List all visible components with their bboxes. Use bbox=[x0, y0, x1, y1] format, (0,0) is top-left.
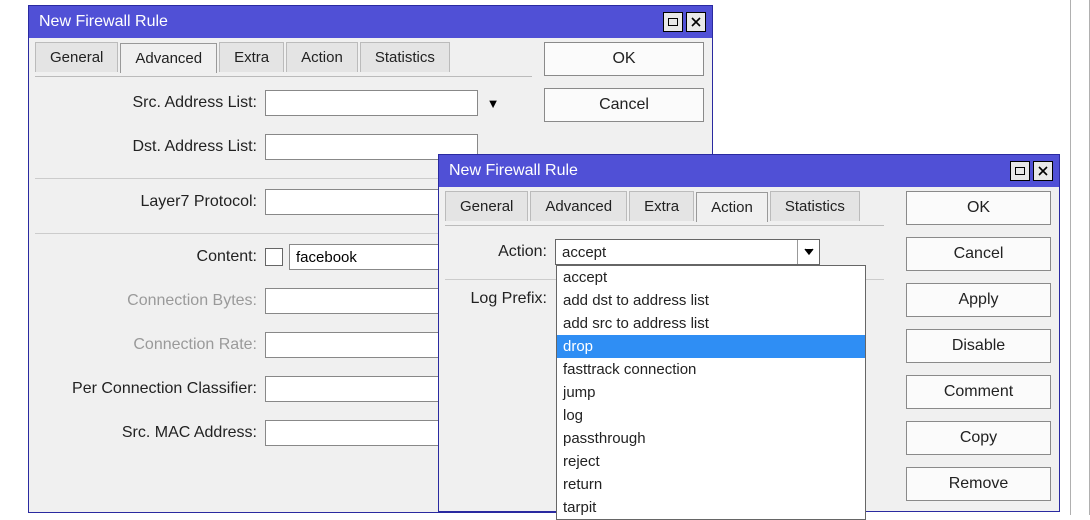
comment-button[interactable]: Comment bbox=[906, 375, 1051, 409]
action-combobox-value: accept bbox=[556, 244, 797, 261]
tab-extra[interactable]: Extra bbox=[629, 191, 694, 221]
tab-general[interactable]: General bbox=[445, 191, 528, 221]
tab-statistics[interactable]: Statistics bbox=[360, 42, 450, 72]
action-option[interactable]: add dst to address list bbox=[557, 289, 865, 312]
titlebar[interactable]: New Firewall Rule bbox=[29, 6, 712, 38]
dialog-firewall-rule-action: New Firewall Rule General Advanced Extra… bbox=[438, 154, 1060, 512]
label-src-address-list: Src. Address List: bbox=[35, 94, 265, 112]
copy-button[interactable]: Copy bbox=[906, 421, 1051, 455]
action-option[interactable]: tarpit bbox=[557, 496, 865, 519]
action-combobox[interactable]: accept acceptadd dst to address listadd … bbox=[555, 239, 820, 265]
minimize-to-tray-icon[interactable] bbox=[663, 12, 683, 32]
label-log-prefix: Log Prefix: bbox=[445, 290, 555, 308]
action-option[interactable]: reject bbox=[557, 450, 865, 473]
cancel-button[interactable]: Cancel bbox=[906, 237, 1051, 271]
label-layer7-protocol: Layer7 Protocol: bbox=[35, 193, 265, 211]
action-option[interactable]: jump bbox=[557, 381, 865, 404]
close-icon[interactable] bbox=[686, 12, 706, 32]
window-title: New Firewall Rule bbox=[39, 13, 660, 31]
row-src-address-list: Src. Address List: ▼ bbox=[35, 90, 532, 116]
window-title: New Firewall Rule bbox=[449, 162, 1007, 180]
minimize-to-tray-icon[interactable] bbox=[1010, 161, 1030, 181]
label-connection-rate: Connection Rate: bbox=[35, 336, 265, 354]
label-connection-bytes: Connection Bytes: bbox=[35, 292, 265, 310]
src-address-list-input[interactable] bbox=[265, 90, 478, 116]
action-option[interactable]: passthrough bbox=[557, 427, 865, 450]
dialog-button-column: OK Cancel Apply Disable Comment Copy Rem… bbox=[906, 191, 1051, 501]
row-action: Action: accept acceptadd dst to address … bbox=[445, 239, 884, 265]
action-option[interactable]: accept bbox=[557, 266, 865, 289]
titlebar[interactable]: New Firewall Rule bbox=[439, 155, 1059, 187]
action-option[interactable]: drop bbox=[557, 335, 865, 358]
tab-action[interactable]: Action bbox=[286, 42, 358, 72]
ok-button[interactable]: OK bbox=[544, 42, 704, 76]
tab-general[interactable]: General bbox=[35, 42, 118, 72]
action-option[interactable]: add src to address list bbox=[557, 312, 865, 335]
tab-advanced[interactable]: Advanced bbox=[120, 43, 217, 73]
label-src-mac-address: Src. MAC Address: bbox=[35, 424, 265, 442]
tab-advanced[interactable]: Advanced bbox=[530, 191, 627, 221]
close-icon[interactable] bbox=[1033, 161, 1053, 181]
content-invert-checkbox[interactable] bbox=[265, 248, 283, 266]
form-area: Action: accept acceptadd dst to address … bbox=[445, 231, 884, 505]
action-option[interactable]: log bbox=[557, 404, 865, 427]
chevron-down-icon[interactable] bbox=[797, 240, 819, 264]
dialog-button-column: OK Cancel bbox=[544, 42, 704, 122]
label-dst-address-list: Dst. Address List: bbox=[35, 138, 265, 156]
action-dropdown-list[interactable]: acceptadd dst to address listadd src to … bbox=[556, 265, 866, 520]
disable-button[interactable]: Disable bbox=[906, 329, 1051, 363]
action-option[interactable]: return bbox=[557, 473, 865, 496]
tab-extra[interactable]: Extra bbox=[219, 42, 284, 72]
cancel-button[interactable]: Cancel bbox=[544, 88, 704, 122]
ok-button[interactable]: OK bbox=[906, 191, 1051, 225]
label-per-connection-classifier: Per Connection Classifier: bbox=[35, 380, 265, 398]
action-option[interactable]: fasttrack connection bbox=[557, 358, 865, 381]
tab-statistics[interactable]: Statistics bbox=[770, 191, 860, 221]
tab-action[interactable]: Action bbox=[696, 192, 768, 222]
label-action: Action: bbox=[445, 243, 555, 261]
label-content: Content: bbox=[35, 248, 265, 266]
apply-button[interactable]: Apply bbox=[906, 283, 1051, 317]
remove-button[interactable]: Remove bbox=[906, 467, 1051, 501]
chevron-down-icon[interactable]: ▼ bbox=[484, 96, 502, 111]
